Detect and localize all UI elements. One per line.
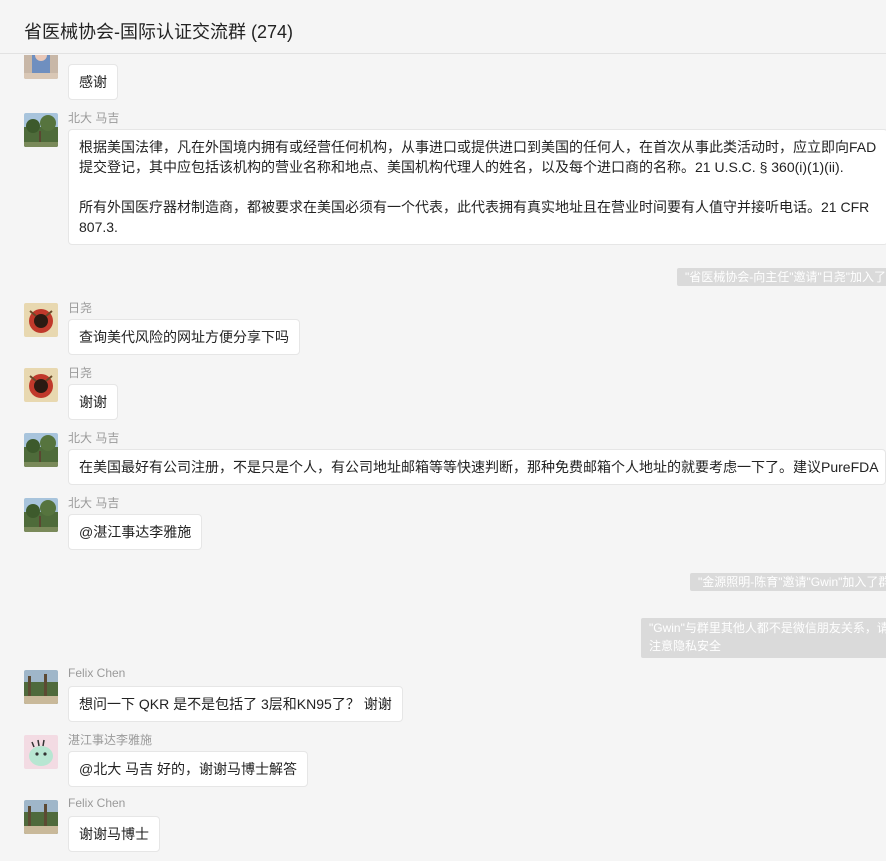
system-notice: "金源照明-陈育"邀请"Gwin"加入了群聊	[690, 573, 886, 591]
avatar-zhanjiang-liyashi[interactable]	[24, 735, 58, 769]
sender-name: 日尧	[68, 301, 93, 315]
avatar-riyao[interactable]	[24, 368, 58, 402]
chat-title: 省医械协会-国际认证交流群 (274)	[24, 22, 294, 42]
message-bubble[interactable]: 根据美国法律，凡在外国境内拥有或经营任何机构，从事进口或提供进口到美国的任何人，…	[68, 129, 886, 245]
avatar-beida-maji[interactable]	[24, 498, 58, 532]
sender-name: 日尧	[68, 366, 93, 380]
sender-name: 湛江事达李雅施	[68, 733, 153, 747]
sender-name: 北大 马吉	[68, 496, 120, 510]
avatar-beida-maji[interactable]	[24, 433, 58, 467]
message-bubble[interactable]: 在美国最好有公司注册，不是只是个人，有公司地址邮箱等等快速判断，那种免费邮箱个人…	[68, 449, 886, 485]
message-paragraph: 根据美国法律，凡在外国境内拥有或经营任何机构，从事进口或提供进口到美国的任何人，…	[79, 139, 877, 175]
sender-name: 北大 马吉	[68, 111, 120, 125]
sender-name: 北大 马吉	[68, 431, 120, 445]
message-list[interactable]: 感谢 北大 马吉 根据美国法律，凡在外国境内拥有或经营任何机构，从事进口或提供进…	[0, 55, 886, 861]
message-bubble[interactable]: 谢谢	[68, 384, 118, 420]
avatar-beida-maji[interactable]	[24, 113, 58, 147]
system-notice: "Gwin"与群里其他人都不是微信朋友关系，请注意隐私安全	[641, 618, 886, 658]
avatar-felix-chen[interactable]	[24, 670, 58, 704]
avatar-user[interactable]	[24, 55, 58, 79]
message-bubble[interactable]: 谢谢马博士	[68, 816, 160, 852]
sender-name: Felix Chen	[68, 796, 126, 810]
message-bubble[interactable]: @北大 马吉 好的，谢谢马博士解答	[68, 751, 308, 787]
message-bubble[interactable]: 感谢	[68, 64, 118, 100]
message-bubble[interactable]: 想问一下 QKR 是不是包括了 3层和KN95了？ 谢谢	[68, 686, 403, 722]
message-bubble[interactable]: @湛江事达李雅施	[68, 514, 203, 550]
avatar-riyao[interactable]	[24, 303, 58, 337]
message-bubble[interactable]: 查询美代风险的网址方便分享下吗	[68, 319, 300, 355]
system-notice: "省医械协会-向主任"邀请"日尧"加入了群聊	[677, 268, 886, 286]
message-paragraph: 所有外国医疗器材制造商，都被要求在美国必须有一个代表，此代表拥有真实地址且在营业…	[79, 199, 870, 235]
chat-header: 省医械协会-国际认证交流群 (274)	[0, 0, 886, 54]
sender-name: Felix Chen	[68, 666, 126, 680]
avatar-felix-chen[interactable]	[24, 800, 58, 834]
